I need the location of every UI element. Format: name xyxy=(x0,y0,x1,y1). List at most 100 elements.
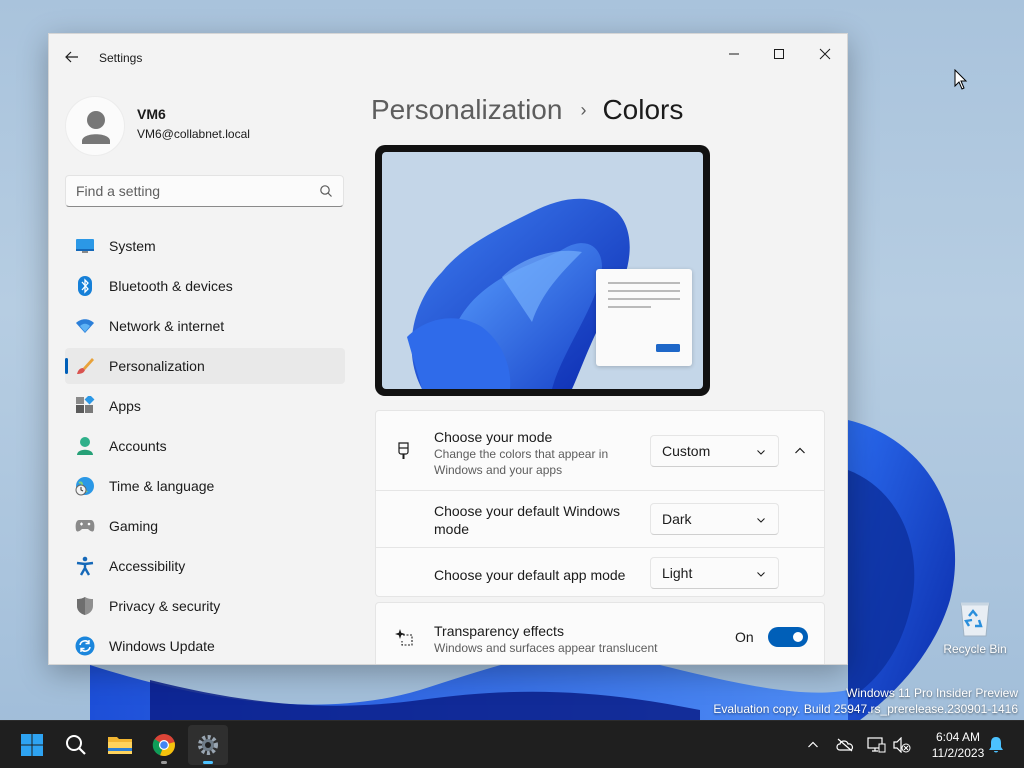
windows-mode-row: Choose your default Windows mode Dark xyxy=(376,491,824,547)
sidebar-item-label: Personalization xyxy=(109,358,205,374)
chevron-down-icon xyxy=(757,572,765,577)
taskbar-file-explorer[interactable] xyxy=(100,725,140,765)
chevron-down-icon xyxy=(757,450,765,455)
sidebar-item-apps[interactable]: Apps xyxy=(65,388,345,424)
window-title: Settings xyxy=(99,51,143,65)
sidebar-item-label: Time & language xyxy=(109,478,215,494)
collapse-button[interactable] xyxy=(784,435,816,467)
profile-name: VM6 xyxy=(137,106,166,122)
windows-mode-dropdown[interactable]: Dark xyxy=(650,503,779,535)
network-icon xyxy=(867,737,886,753)
minimize-button[interactable] xyxy=(711,38,757,70)
network-tray-button[interactable] xyxy=(866,735,886,755)
start-button[interactable] xyxy=(12,725,52,765)
sidebar-item-label: Gaming xyxy=(109,518,159,534)
chevron-down-icon xyxy=(757,518,765,523)
chevron-right-icon: › xyxy=(580,99,587,120)
sidebar-item-gaming[interactable]: Gaming xyxy=(65,508,345,544)
transparency-description: Windows and surfaces appear translucent xyxy=(434,641,658,655)
sidebar-item-system[interactable]: System xyxy=(65,228,345,264)
accessibility-icon xyxy=(75,556,95,576)
sidebar-nav: System Bluetooth & devices Network & int… xyxy=(65,228,345,664)
avatar xyxy=(65,96,125,156)
taskbar-search-button[interactable] xyxy=(56,725,96,765)
sidebar-item-time-language[interactable]: Time & language xyxy=(65,468,345,504)
clock[interactable]: 6:04 AM 11/2/2023 xyxy=(920,729,996,761)
mode-dropdown[interactable]: Custom xyxy=(650,435,779,467)
breadcrumb-parent[interactable]: Personalization xyxy=(371,94,562,126)
preview-dialog xyxy=(596,269,692,366)
sparkle-icon xyxy=(395,629,413,646)
watermark-line-2: Evaluation copy. Build 25947.rs_prerelea… xyxy=(713,702,1018,716)
transparency-title: Transparency effects xyxy=(434,623,564,639)
monitor-icon xyxy=(75,236,95,256)
chevron-up-icon xyxy=(795,447,805,454)
chrome-icon xyxy=(152,734,175,757)
app-mode-value: Light xyxy=(662,565,693,581)
app-mode-title: Choose your default app mode xyxy=(434,567,626,583)
apps-icon xyxy=(75,396,95,416)
notifications-button[interactable] xyxy=(986,735,1006,755)
sidebar-item-network[interactable]: Network & internet xyxy=(65,308,345,344)
paint-bucket-icon xyxy=(398,442,409,459)
sidebar-item-label: Privacy & security xyxy=(109,598,221,614)
show-hidden-icons-button[interactable] xyxy=(803,735,823,755)
preview-wallpaper xyxy=(382,152,703,389)
sidebar-item-privacy[interactable]: Privacy & security xyxy=(65,588,345,624)
maximize-button[interactable] xyxy=(756,38,802,70)
bell-icon xyxy=(989,737,1003,753)
person-icon xyxy=(82,111,110,144)
running-indicator xyxy=(161,761,167,764)
recycle-bin-desktop-icon[interactable]: Recycle Bin xyxy=(940,596,1010,656)
profile-email: VM6@collabnet.local xyxy=(137,127,250,141)
minimize-icon xyxy=(729,53,739,55)
choose-mode-title: Choose your mode xyxy=(434,429,553,445)
theme-preview xyxy=(375,145,710,396)
start-icon xyxy=(21,734,43,756)
sidebar-item-accessibility[interactable]: Accessibility xyxy=(65,548,345,584)
settings-window: Settings VM6 VM6@collabnet.local Find a … xyxy=(48,33,848,665)
evaluation-watermark: Windows 11 Pro Insider Preview Evaluatio… xyxy=(713,685,1018,717)
search-icon[interactable] xyxy=(319,184,333,198)
page-title: Colors xyxy=(602,94,684,125)
user-profile[interactable]: VM6 VM6@collabnet.local xyxy=(65,96,365,156)
back-button[interactable] xyxy=(61,46,83,68)
sidebar-item-label: System xyxy=(109,238,156,254)
update-icon xyxy=(75,636,95,656)
volume-tray-button[interactable] xyxy=(892,735,912,755)
taskbar-settings[interactable] xyxy=(188,725,228,765)
transparency-state-label: On xyxy=(735,629,754,645)
mode-dropdown-value: Custom xyxy=(662,443,711,459)
windows-mode-value: Dark xyxy=(662,511,692,527)
maximize-icon xyxy=(774,49,784,59)
cloud-offline-icon xyxy=(836,738,854,752)
sidebar-item-bluetooth[interactable]: Bluetooth & devices xyxy=(65,268,345,304)
recycle-bin-icon xyxy=(955,596,995,638)
gamepad-icon xyxy=(75,516,95,536)
close-icon xyxy=(819,48,831,60)
globe-clock-icon xyxy=(75,476,95,496)
sidebar-item-label: Windows Update xyxy=(109,638,215,654)
sidebar-item-windows-update[interactable]: Windows Update xyxy=(65,628,345,664)
active-indicator xyxy=(203,761,213,764)
wifi-icon xyxy=(75,316,95,336)
transparency-card: Transparency effects Windows and surface… xyxy=(375,602,825,664)
chevron-up-icon xyxy=(808,741,818,748)
sidebar-item-label: Accounts xyxy=(109,438,167,454)
paintbrush-icon xyxy=(75,356,95,376)
sidebar-item-personalization[interactable]: Personalization xyxy=(65,348,345,384)
app-mode-dropdown[interactable]: Light xyxy=(650,557,779,589)
clock-date: 11/2/2023 xyxy=(931,746,985,760)
title-bar: Settings xyxy=(49,34,847,82)
search-input[interactable] xyxy=(66,176,306,206)
settings-icon xyxy=(198,735,218,755)
transparency-toggle[interactable] xyxy=(768,627,808,647)
sidebar-item-accounts[interactable]: Accounts xyxy=(65,428,345,464)
search-icon xyxy=(66,735,86,755)
app-mode-row: Choose your default app mode Light xyxy=(376,548,824,598)
choose-mode-description: Change the colors that appear in Windows… xyxy=(434,447,609,477)
close-button[interactable] xyxy=(802,38,847,70)
onedrive-tray-button[interactable] xyxy=(835,735,855,755)
taskbar-chrome[interactable] xyxy=(144,725,184,765)
shield-icon xyxy=(75,596,95,616)
